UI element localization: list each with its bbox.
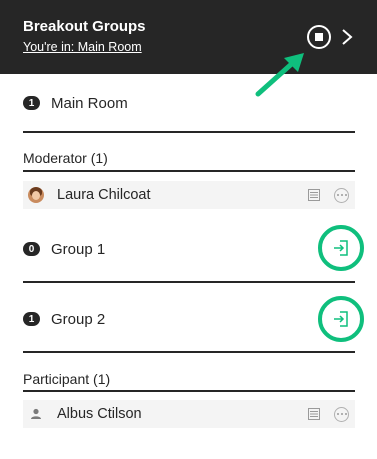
user-name: Albus Ctilson: [57, 406, 142, 422]
generic-user-icon: [31, 408, 41, 419]
participant-section-label: Participant (1): [23, 371, 111, 387]
divider: [23, 170, 355, 172]
join-group-icon[interactable]: [318, 296, 364, 342]
list-icon[interactable]: [308, 189, 320, 201]
main-room-row[interactable]: 1 Main Room: [23, 93, 354, 113]
user-avatar: [28, 187, 44, 203]
group-count-badge: 0: [23, 242, 40, 256]
group-count-badge: 1: [23, 312, 40, 326]
moderator-section-label: Moderator (1): [23, 150, 108, 166]
divider: [23, 131, 355, 133]
main-room-name: Main Room: [51, 94, 128, 112]
group-row-group-1[interactable]: 0 Group 1: [23, 239, 354, 259]
current-room-link[interactable]: You're in: Main Room: [23, 40, 142, 54]
group-name: Group 2: [51, 310, 106, 328]
stop-circle-icon[interactable]: [307, 25, 331, 49]
divider: [23, 351, 355, 353]
chevron-right-icon[interactable]: [339, 27, 355, 47]
more-options-icon[interactable]: [334, 406, 349, 422]
group-row-group-2[interactable]: 1 Group 2: [23, 309, 354, 329]
group-name: Group 1: [51, 240, 106, 258]
list-icon[interactable]: [308, 408, 320, 420]
divider: [23, 281, 355, 283]
more-options-icon[interactable]: [334, 187, 349, 203]
main-room-count-badge: 1: [23, 96, 40, 110]
user-row-laura-chilcoat[interactable]: Laura Chilcoat: [23, 181, 355, 209]
divider: [23, 390, 355, 392]
join-group-icon[interactable]: [318, 225, 364, 271]
panel-title: Breakout Groups: [23, 18, 146, 35]
breakout-groups-header: Breakout Groups You're in: Main Room: [0, 0, 377, 74]
user-row-albus-ctilson[interactable]: Albus Ctilson: [23, 400, 355, 428]
user-name: Laura Chilcoat: [57, 187, 151, 203]
